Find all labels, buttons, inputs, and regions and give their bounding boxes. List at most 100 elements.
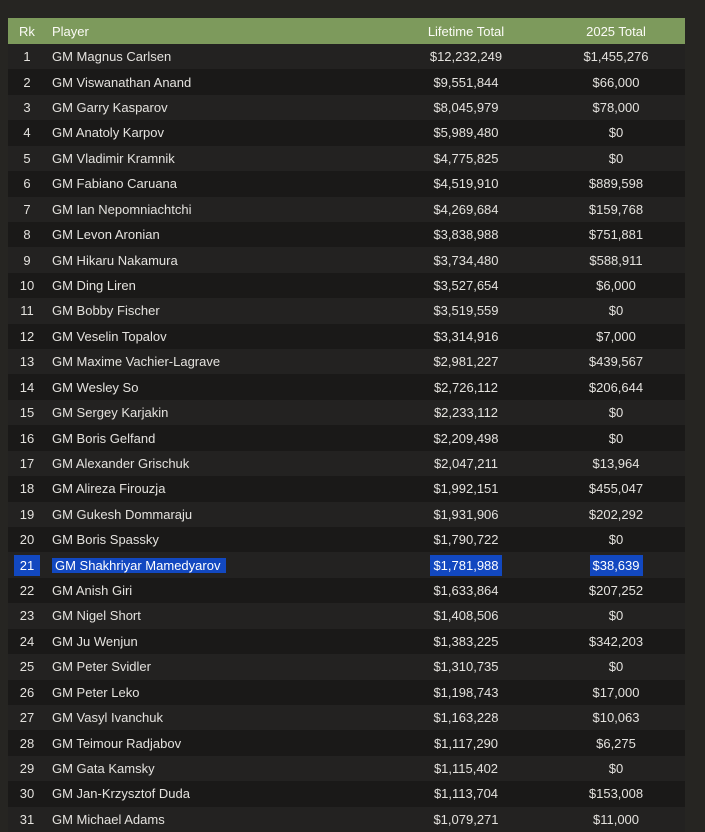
total-2025-cell: $751,881 (582, 227, 685, 242)
table-row[interactable]: 26 GM Peter Leko $1,198,743 $17,000 (8, 680, 685, 705)
table-row[interactable]: 4 GM Anatoly Karpov $5,989,480 $0 (8, 120, 685, 145)
rank-cell: 22 (8, 583, 46, 598)
table-row[interactable]: 28 GM Teimour Radjabov $1,117,290 $6,275 (8, 730, 685, 755)
column-header-player[interactable]: Player (46, 24, 350, 39)
rank-value: 26 (20, 685, 34, 700)
rank-cell: 25 (8, 659, 46, 674)
table-row[interactable]: 22 GM Anish Giri $1,633,864 $207,252 (8, 578, 685, 603)
table-row[interactable]: 1 GM Magnus Carlsen $12,232,249 $1,455,2… (8, 44, 685, 69)
player-cell: GM Fabiano Caruana (46, 176, 350, 191)
rank-value: 7 (23, 202, 30, 217)
lifetime-cell: $1,931,906 (350, 507, 582, 522)
rank-cell: 10 (8, 278, 46, 293)
lifetime-cell: $5,989,480 (350, 125, 582, 140)
rank-cell: 4 (8, 125, 46, 140)
total-2025-value: $0 (609, 431, 623, 446)
player-cell: GM Levon Aronian (46, 227, 350, 242)
table-row[interactable]: 19 GM Gukesh Dommaraju $1,931,906 $202,2… (8, 502, 685, 527)
table-row[interactable]: 18 GM Alireza Firouzja $1,992,151 $455,0… (8, 476, 685, 501)
total-2025-value: $439,567 (589, 354, 643, 369)
total-2025-cell: $66,000 (582, 75, 685, 90)
total-2025-cell: $153,008 (582, 786, 685, 801)
table-row[interactable]: 2 GM Viswanathan Anand $9,551,844 $66,00… (8, 69, 685, 94)
rank-cell: 17 (8, 456, 46, 471)
table-row[interactable]: 8 GM Levon Aronian $3,838,988 $751,881 (8, 222, 685, 247)
player-cell: GM Nigel Short (46, 608, 350, 623)
lifetime-cell: $3,734,480 (350, 253, 582, 268)
lifetime-total-value: $1,117,290 (434, 736, 498, 751)
table-row[interactable]: 6 GM Fabiano Caruana $4,519,910 $889,598 (8, 171, 685, 196)
column-header-rank[interactable]: Rk (8, 24, 46, 39)
rank-cell: 19 (8, 507, 46, 522)
column-header-2025-label: 2025 Total (586, 24, 646, 39)
table-row[interactable]: 20 GM Boris Spassky $1,790,722 $0 (8, 527, 685, 552)
rank-cell: 21 (8, 558, 46, 573)
table-row[interactable]: 9 GM Hikaru Nakamura $3,734,480 $588,911 (8, 247, 685, 272)
lifetime-cell: $4,269,684 (350, 202, 582, 217)
table-row[interactable]: 16 GM Boris Gelfand $2,209,498 $0 (8, 425, 685, 450)
lifetime-total-value: $3,838,988 (433, 227, 498, 242)
table-row[interactable]: 29 GM Gata Kamsky $1,115,402 $0 (8, 756, 685, 781)
table-row[interactable]: 27 GM Vasyl Ivanchuk $1,163,228 $10,063 (8, 705, 685, 730)
table-row[interactable]: 24 GM Ju Wenjun $1,383,225 $342,203 (8, 629, 685, 654)
table-row[interactable]: 23 GM Nigel Short $1,408,506 $0 (8, 603, 685, 628)
lifetime-cell: $1,992,151 (350, 481, 582, 496)
total-2025-value: $7,000 (596, 329, 636, 344)
rank-value: 15 (20, 405, 34, 420)
player-cell: GM Ding Liren (46, 278, 350, 293)
table-row[interactable]: 31 GM Michael Adams $1,079,271 $11,000 (8, 807, 685, 832)
table-row[interactable]: 14 GM Wesley So $2,726,112 $206,644 (8, 374, 685, 399)
table-row[interactable]: 21 GM Shakhriyar Mamedyarov $1,781,988 $… (8, 552, 685, 577)
table-row[interactable]: 7 GM Ian Nepomniachtchi $4,269,684 $159,… (8, 197, 685, 222)
table-row[interactable]: 5 GM Vladimir Kramnik $4,775,825 $0 (8, 146, 685, 171)
total-2025-cell: $0 (582, 405, 685, 420)
lifetime-cell: $1,633,864 (350, 583, 582, 598)
table-row[interactable]: 25 GM Peter Svidler $1,310,735 $0 (8, 654, 685, 679)
player-cell: GM Wesley So (46, 380, 350, 395)
rank-cell: 29 (8, 761, 46, 776)
rank-cell: 30 (8, 786, 46, 801)
player-name: GM Jan-Krzysztof Duda (52, 786, 190, 801)
table-row[interactable]: 30 GM Jan-Krzysztof Duda $1,113,704 $153… (8, 781, 685, 806)
rank-cell: 1 (8, 49, 46, 64)
player-name: GM Gata Kamsky (52, 761, 155, 776)
table-row[interactable]: 12 GM Veselin Topalov $3,314,916 $7,000 (8, 324, 685, 349)
table-row[interactable]: 11 GM Bobby Fischer $3,519,559 $0 (8, 298, 685, 323)
player-name: GM Hikaru Nakamura (52, 253, 178, 268)
lifetime-cell: $1,790,722 (350, 532, 582, 547)
lifetime-cell: $3,527,654 (350, 278, 582, 293)
player-cell: GM Boris Spassky (46, 532, 350, 547)
table-row[interactable]: 10 GM Ding Liren $3,527,654 $6,000 (8, 273, 685, 298)
total-2025-cell: $0 (582, 151, 685, 166)
rank-cell: 24 (8, 634, 46, 649)
total-2025-value: $153,008 (589, 786, 643, 801)
lifetime-total-value: $4,269,684 (433, 202, 498, 217)
rank-value: 11 (20, 303, 34, 318)
player-name: GM Shakhriyar Mamedyarov (52, 558, 226, 573)
lifetime-total-value: $1,079,271 (433, 812, 498, 827)
player-cell: GM Gukesh Dommaraju (46, 507, 350, 522)
player-cell: GM Vladimir Kramnik (46, 151, 350, 166)
column-header-2025-total[interactable]: 2025 Total (582, 24, 685, 39)
table-row[interactable]: 13 GM Maxime Vachier-Lagrave $2,981,227 … (8, 349, 685, 374)
table-row[interactable]: 3 GM Garry Kasparov $8,045,979 $78,000 (8, 95, 685, 120)
total-2025-value: $0 (609, 151, 623, 166)
rank-value: 9 (23, 253, 30, 268)
total-2025-value: $342,203 (589, 634, 643, 649)
total-2025-value: $0 (609, 532, 623, 547)
total-2025-cell: $0 (582, 303, 685, 318)
table-row[interactable]: 17 GM Alexander Grischuk $2,047,211 $13,… (8, 451, 685, 476)
player-name: GM Boris Spassky (52, 532, 159, 547)
lifetime-total-value: $5,989,480 (433, 125, 498, 140)
table-row[interactable]: 15 GM Sergey Karjakin $2,233,112 $0 (8, 400, 685, 425)
rank-value: 8 (23, 227, 30, 242)
player-name: GM Anatoly Karpov (52, 125, 164, 140)
lifetime-cell: $2,981,227 (350, 354, 582, 369)
column-header-lifetime[interactable]: Lifetime Total (350, 24, 582, 39)
player-name: GM Sergey Karjakin (52, 405, 168, 420)
player-name: GM Ju Wenjun (52, 634, 138, 649)
player-name: GM Garry Kasparov (52, 100, 168, 115)
lifetime-total-value: $2,981,227 (433, 354, 498, 369)
lifetime-total-value: $2,726,112 (434, 380, 498, 395)
lifetime-cell: $2,726,112 (350, 380, 582, 395)
